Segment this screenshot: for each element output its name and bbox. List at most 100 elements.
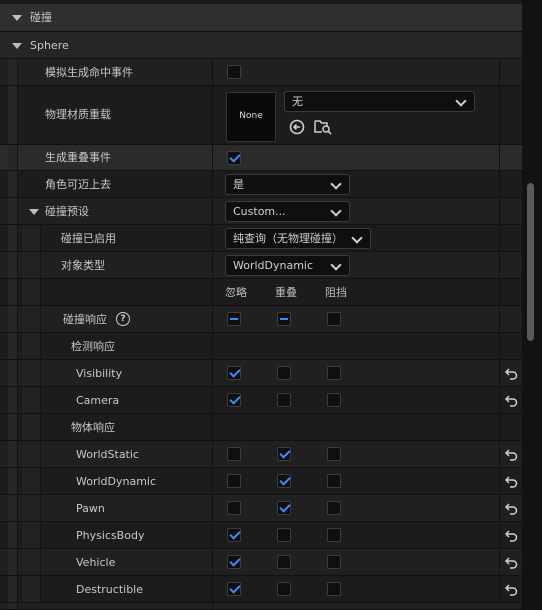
block-checkbox[interactable] [327,393,341,407]
ignore-checkbox[interactable] [227,447,241,461]
block-checkbox[interactable] [327,582,341,596]
indent-guide [8,414,18,440]
scrollbar-thumb[interactable] [527,183,534,341]
reset-cell [499,387,523,413]
subcategory-sphere[interactable]: Sphere [0,32,522,59]
object-type-combo[interactable]: WorldDynamic [225,255,350,276]
reset-to-default-icon[interactable] [504,502,518,515]
value-cell [212,603,500,609]
indent-guide [22,387,41,413]
value-cell [212,468,500,494]
response-all-block-checkbox[interactable] [327,312,341,326]
overlap-checkbox[interactable] [277,447,291,461]
channel-name: Camera [76,394,120,407]
property-label: 碰撞响应 [63,313,107,326]
category-collision[interactable]: 碰撞 [0,4,522,32]
collision-enabled-combo[interactable]: 纯查询（无物理碰撞） [225,228,371,249]
channel-name: PhysicsBody [76,529,145,542]
can-step-up-combo[interactable]: 是 [225,174,350,195]
use-selected-asset-icon[interactable] [289,119,305,135]
ignore-checkbox[interactable] [227,393,241,407]
material-combo[interactable]: 无 [284,91,475,112]
reset-cell [499,252,523,278]
channel-row: Pawn [0,495,522,522]
block-checkbox[interactable] [327,366,341,380]
overlap-checkbox[interactable] [277,366,291,380]
indent-guide [8,306,18,332]
value-cell [212,576,500,602]
subcategory-title: Sphere [30,39,69,52]
reset-to-default-icon[interactable] [504,475,518,488]
ignore-checkbox[interactable] [227,528,241,542]
indent-guide [8,145,18,170]
reset-cell [499,198,523,224]
block-checkbox[interactable] [327,474,341,488]
category-title: 碰撞 [30,11,52,24]
collapse-arrow-icon[interactable] [12,15,22,21]
reset-cell [499,495,523,521]
overlap-checkbox[interactable] [277,528,291,542]
reset-cell [499,522,523,548]
overlap-checkbox[interactable] [277,555,291,569]
reset-to-default-icon[interactable] [504,448,518,461]
channel-name: Vehicle [76,556,116,569]
overlap-checkbox[interactable] [277,501,291,515]
collision-presets-combo[interactable]: Custom... [225,201,350,222]
column-header-block: 阻挡 [325,286,347,299]
sim-hit-events-checkbox[interactable] [227,65,241,79]
collapse-arrow-icon[interactable] [12,43,22,49]
indent-guide [22,495,41,521]
channel-row: Destructible [0,576,522,603]
indent-guide [8,279,18,305]
column-header-ignore: 忽略 [225,286,247,299]
reset-cell [499,145,523,170]
block-checkbox[interactable] [327,555,341,569]
reset-to-default-icon[interactable] [504,367,518,380]
collapse-arrow-icon[interactable] [29,209,39,215]
response-all-overlap-checkbox[interactable] [277,312,291,326]
ignore-checkbox[interactable] [227,582,241,596]
indent-guide [8,603,18,609]
property-label: 模拟生成命中事件 [45,66,133,79]
chevron-down-icon [351,232,363,244]
overlap-checkbox[interactable] [277,393,291,407]
combo-value: Custom... [233,205,286,218]
indent-guide [22,252,41,278]
value-cell [212,360,500,386]
reset-cell [499,225,523,251]
indent-guide [8,576,18,602]
material-thumbnail[interactable]: None [226,92,276,142]
block-checkbox[interactable] [327,528,341,542]
indent-guide [22,306,41,332]
row-can-step-up: 角色可迈上去 是 [0,171,522,198]
indent-guide [22,522,41,548]
value-cell [212,549,500,575]
row-trace-responses: 检测响应 [0,333,522,360]
reset-to-default-icon[interactable] [504,556,518,569]
reset-cell [499,333,523,359]
block-checkbox[interactable] [327,447,341,461]
block-checkbox[interactable] [327,501,341,515]
thumbnail-label: None [239,111,263,121]
response-all-ignore-checkbox[interactable] [227,312,241,326]
ignore-checkbox[interactable] [227,474,241,488]
overlap-checkbox[interactable] [277,474,291,488]
reset-to-default-icon[interactable] [504,529,518,542]
group-label: 物体响应 [71,421,115,434]
browse-asset-icon[interactable] [314,118,332,135]
value-cell: 忽略 重叠 阻挡 [212,279,500,305]
channel-row: Camera [0,387,522,414]
reset-cell [499,171,523,197]
reset-to-default-icon[interactable] [504,583,518,596]
ignore-checkbox[interactable] [227,366,241,380]
indent-guide [22,441,41,467]
indent-guide [8,333,18,359]
reset-to-default-icon[interactable] [504,394,518,407]
gen-overlap-events-checkbox[interactable] [227,151,241,165]
help-icon[interactable]: ? [116,312,130,326]
scrollbar[interactable] [522,0,542,610]
overlap-checkbox[interactable] [277,582,291,596]
value-cell: 纯查询（无物理碰撞） [212,225,500,251]
ignore-checkbox[interactable] [227,555,241,569]
ignore-checkbox[interactable] [227,501,241,515]
